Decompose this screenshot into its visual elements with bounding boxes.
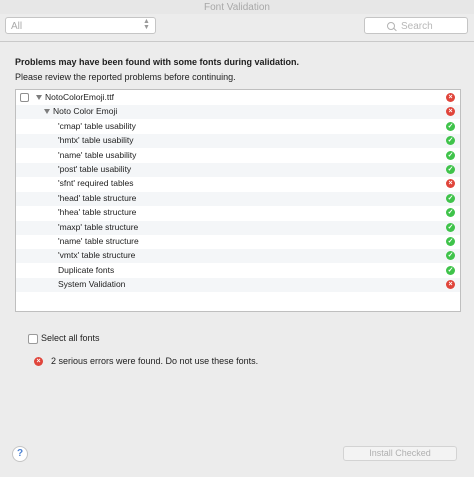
checkmark-icon: ✓ xyxy=(446,136,455,146)
tree-row[interactable]: 'maxp' table structure ✓ xyxy=(16,220,460,235)
font-filter-select[interactable]: All ▲ ▼ xyxy=(5,17,156,34)
validation-results-tree[interactable]: NotoColorEmoji.ttf × Noto Color Emoji × 'cma… xyxy=(15,89,461,312)
checkmark-icon: ✓ xyxy=(446,121,455,131)
problems-subheading: Please review the reported problems befo… xyxy=(15,72,236,82)
error-icon: × xyxy=(446,179,455,189)
error-icon: × xyxy=(446,93,455,102)
checkmark-icon: ✓ xyxy=(446,165,455,174)
tree-row-label: NotoColorEmoji.ttf xyxy=(45,92,114,102)
tree-row-label: 'hmtx' table usability xyxy=(58,135,134,146)
error-icon: × xyxy=(34,357,43,366)
disclosure-triangle-icon[interactable] xyxy=(44,109,50,115)
checkmark-icon: ✓ xyxy=(446,251,455,261)
chevron-up-down-icon: ▲ ▼ xyxy=(143,18,150,31)
tree-row-label: System Validation xyxy=(58,279,126,290)
tree-row-label: 'vmtx' table structure xyxy=(58,250,136,261)
problems-heading: Problems may have been found with some f… xyxy=(15,57,300,67)
checkmark-icon: ✓ xyxy=(446,208,455,218)
tree-row[interactable]: Duplicate fonts ✓ xyxy=(16,264,460,278)
tree-row-label: 'maxp' table structure xyxy=(58,221,139,232)
search-icon xyxy=(387,22,395,30)
error-icon: × xyxy=(446,280,455,290)
tree-row[interactable]: 'name' table structure ✓ xyxy=(16,235,460,249)
tree-row-label: 'hhea' table structure xyxy=(58,207,137,218)
tree-row[interactable]: 'hmtx' table usability ✓ xyxy=(16,134,460,149)
font-checkbox[interactable] xyxy=(20,93,29,102)
tree-row[interactable]: 'name' table usability ✓ xyxy=(16,149,460,163)
install-checked-button[interactable]: Install Checked xyxy=(343,446,457,461)
font-filter-value: All xyxy=(11,21,23,32)
error-message-text: 2 serious errors were found. Do not use … xyxy=(51,356,259,366)
error-icon: × xyxy=(446,107,455,117)
checkmark-icon: ✓ xyxy=(446,237,455,246)
search-field[interactable]: Search xyxy=(364,17,468,34)
tree-row-label: 'sfnt' required tables xyxy=(58,178,134,189)
tree-row[interactable]: 'hhea' table structure ✓ xyxy=(16,206,460,220)
tree-row-label: 'head' table structure xyxy=(58,192,137,203)
tree-row[interactable]: 'cmap' table usability ✓ xyxy=(16,120,460,134)
window-title: Font Validation xyxy=(0,0,474,14)
toolbar: All ▲ ▼ Search xyxy=(0,14,474,42)
checkmark-icon: ✓ xyxy=(446,222,455,232)
tree-row[interactable]: 'sfnt' required tables × xyxy=(16,177,460,191)
checkmark-icon: ✓ xyxy=(446,265,455,275)
tree-row-label: 'name' table structure xyxy=(58,236,139,246)
tree-row[interactable]: Noto Color Emoji × xyxy=(16,105,460,120)
select-all-label[interactable]: Select all fonts xyxy=(41,333,100,343)
tree-row[interactable]: System Validation × xyxy=(16,278,460,293)
tree-row-label: 'post' table usability xyxy=(58,164,132,174)
disclosure-triangle-icon[interactable] xyxy=(36,95,42,100)
help-button[interactable]: ? xyxy=(12,446,28,462)
tree-row-label: 'name' table usability xyxy=(58,149,137,160)
tree-row[interactable]: NotoColorEmoji.ttf × xyxy=(16,91,460,105)
search-placeholder: Search xyxy=(401,21,433,32)
tree-row-label: 'cmap' table usability xyxy=(58,120,136,131)
checkmark-icon: ✓ xyxy=(446,150,455,160)
tree-row-label: Duplicate fonts xyxy=(58,264,115,275)
tree-row-label: Noto Color Emoji xyxy=(53,106,118,117)
checkmark-icon: ✓ xyxy=(446,193,455,203)
tree-row[interactable]: 'vmtx' table structure ✓ xyxy=(16,249,460,264)
tree-row[interactable]: 'post' table usability ✓ xyxy=(16,163,460,177)
tree-row[interactable]: 'head' table structure ✓ xyxy=(16,191,460,206)
select-all-checkbox[interactable] xyxy=(28,334,38,344)
